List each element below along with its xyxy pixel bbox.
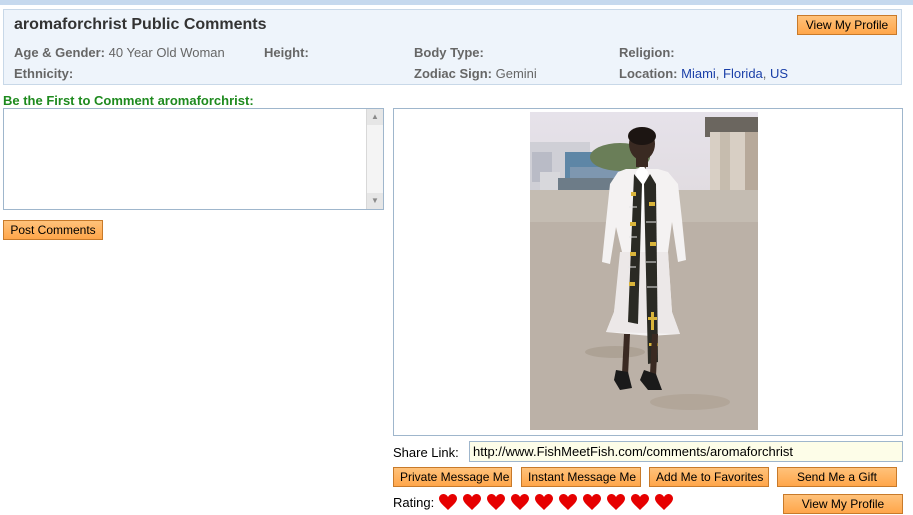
profile-photo [530,112,760,430]
comment-scrollbar[interactable]: ▲ ▼ [366,109,383,209]
height-field: Height: [264,45,309,60]
religion-field: Religion: [619,45,675,60]
ethnicity-label: Ethnicity: [14,66,74,81]
location-label: Location: [619,66,678,81]
location-city-link[interactable]: Miami [681,66,716,81]
heart-icon[interactable] [511,494,529,511]
zodiac-value: Gemini [495,66,537,81]
heart-icon[interactable] [463,494,481,511]
heart-icon[interactable] [655,494,673,511]
zodiac-label: Zodiac Sign: [414,66,492,81]
share-link-input[interactable] [469,441,903,462]
instant-message-button[interactable]: Instant Message Me [521,467,641,487]
height-label: Height: [264,45,309,60]
post-comments-button[interactable]: Post Comments [3,220,103,240]
zodiac-field: Zodiac Sign: Gemini [414,66,537,81]
location-field: Location: Miami, Florida, US [619,66,788,81]
body-type-field: Body Type: [414,45,484,60]
page-title: aromaforchrist Public Comments [14,16,267,33]
location-separator: , [715,66,720,81]
religion-label: Religion: [619,45,675,60]
add-favorites-button[interactable]: Add Me to Favorites [649,467,769,487]
profile-header: aromaforchrist Public Comments View My P… [3,9,902,85]
location-state-link[interactable]: Florida [723,66,763,81]
send-gift-button[interactable]: Send Me a Gift [777,467,897,487]
share-link-label: Share Link: [393,445,459,460]
heart-icon[interactable] [535,494,553,511]
heart-icon[interactable] [439,494,457,511]
heart-icon[interactable] [631,494,649,511]
top-accent-bar [0,0,913,5]
view-profile-button-top[interactable]: View My Profile [797,15,897,35]
age-gender-value: 40 Year Old Woman [108,45,225,60]
private-message-button[interactable]: Private Message Me [393,467,512,487]
scroll-up-icon[interactable]: ▲ [367,109,383,125]
scroll-down-icon[interactable]: ▼ [367,193,383,209]
location-country-link[interactable]: US [770,66,788,81]
comment-textarea[interactable]: ▲ ▼ [3,108,384,210]
ethnicity-field: Ethnicity: [14,66,73,81]
heart-icon[interactable] [583,494,601,511]
age-gender-label: Age & Gender: [14,45,106,60]
heart-icon[interactable] [487,494,505,511]
profile-photo-illustration [530,112,760,430]
heart-icon[interactable] [607,494,625,511]
age-gender-field: Age & Gender: 40 Year Old Woman [14,45,225,60]
view-profile-button-bottom[interactable]: View My Profile [783,494,903,514]
heart-icon[interactable] [559,494,577,511]
body-type-label: Body Type: [414,45,484,60]
location-separator: , [762,66,767,81]
rating-label: Rating: [393,495,435,510]
comment-heading: Be the First to Comment aromaforchrist: [3,93,254,108]
profile-photo-frame [393,108,903,436]
